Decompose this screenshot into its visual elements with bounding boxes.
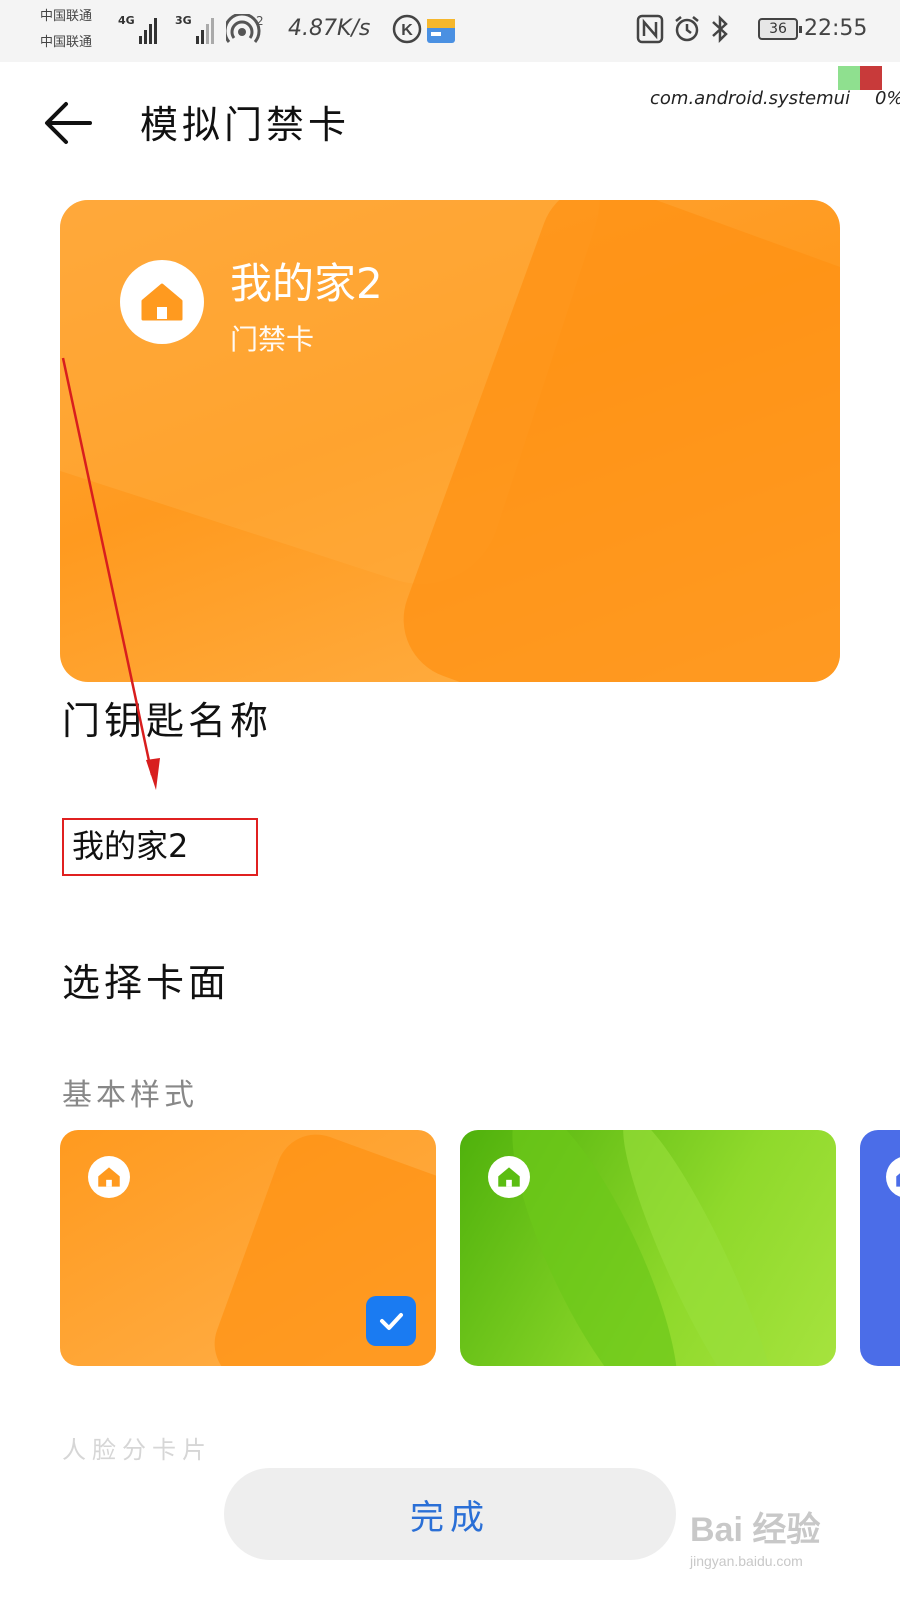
system-percent-label: 0% <box>875 88 900 109</box>
key-name-label: 门钥匙名称 <box>62 699 273 743</box>
card-face-option-green[interactable] <box>460 1130 836 1366</box>
card-logo <box>120 260 204 344</box>
key-name-input[interactable]: 我的家2 <box>62 818 258 876</box>
selected-check-icon <box>366 1296 416 1346</box>
battery-icon: 36 <box>758 18 802 40</box>
card-type: 门禁卡 <box>230 323 315 356</box>
memory-bar-green <box>838 66 860 90</box>
bluetooth-icon <box>708 14 732 48</box>
basic-style-label: 基本样式 <box>62 1078 198 1113</box>
clock: 22:55 <box>804 16 868 41</box>
carrier-2: 中国联通 <box>40 35 93 50</box>
k-app-icon: K <box>392 14 422 48</box>
alarm-icon <box>672 14 702 48</box>
memory-bar-red <box>860 66 882 90</box>
home-icon <box>498 1167 520 1187</box>
signal-3g-icon: 3G <box>175 14 214 44</box>
card-face-option-orange[interactable] <box>60 1130 436 1366</box>
home-icon <box>896 1173 900 1187</box>
faded-section-label: 人脸分卡片 <box>62 1436 212 1464</box>
hotspot-icon: 2 <box>223 12 264 52</box>
back-button[interactable] <box>40 94 98 152</box>
home-icon <box>141 283 183 321</box>
page-title: 模拟门禁卡 <box>140 103 351 147</box>
signal-4g-icon: 4G <box>118 14 157 44</box>
svg-text:K: K <box>401 22 413 39</box>
watermark-url: jingyan.baidu.com <box>690 1553 803 1569</box>
baidu-watermark: Bai 经验 jingyan.baidu.com <box>690 1502 820 1569</box>
system-package-label: com.android.systemui <box>650 88 851 109</box>
nfc-icon <box>636 14 664 48</box>
status-bar: 中国联通 中国联通 4G 3G 2 4.87K/s K 36 22:55 <box>0 0 900 62</box>
watermark-brand: Bai 经验 <box>690 1511 821 1549</box>
done-button[interactable]: 完成 <box>224 1468 676 1560</box>
carrier-1: 中国联通 <box>40 9 93 24</box>
card-face-label: 选择卡面 <box>62 961 231 1005</box>
arrow-left-icon <box>45 102 92 144</box>
card-face-option-blue[interactable] <box>860 1130 900 1366</box>
wallet-card-icon <box>426 18 456 48</box>
home-icon <box>98 1167 120 1187</box>
network-speed: 4.87K/s <box>288 16 371 41</box>
card-preview: 我的家2 门禁卡 <box>60 200 840 682</box>
card-name: 我的家2 <box>230 259 383 308</box>
